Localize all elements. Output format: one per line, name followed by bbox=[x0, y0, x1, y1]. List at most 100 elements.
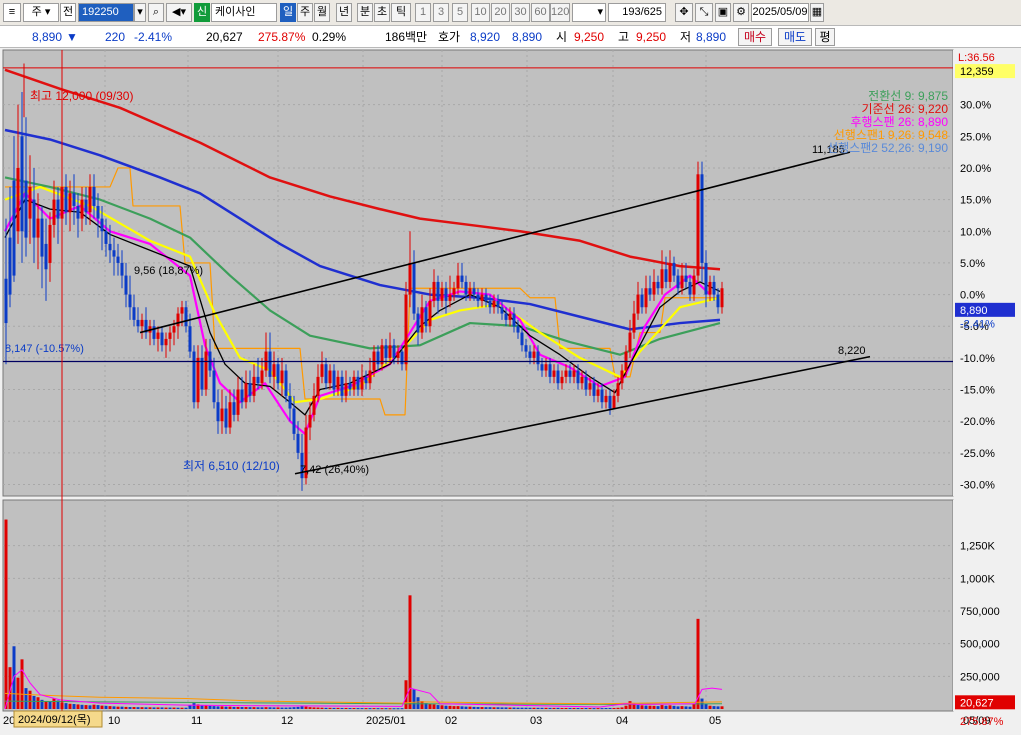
candle-body bbox=[488, 300, 492, 308]
period-tick-tab[interactable]: 틱 bbox=[391, 3, 411, 22]
volume-bar bbox=[600, 708, 604, 710]
volume-tick-label: 500,000 bbox=[960, 639, 1000, 651]
count-20-button[interactable]: 20 bbox=[491, 3, 510, 22]
candle-body bbox=[12, 180, 16, 276]
candle-body bbox=[188, 326, 192, 352]
candle-body bbox=[184, 307, 188, 327]
period-year-tab[interactable]: 년 bbox=[336, 3, 352, 22]
period-month-tab[interactable]: 월 bbox=[314, 3, 330, 22]
candle-body bbox=[496, 300, 500, 308]
volume-bar bbox=[220, 706, 224, 709]
save-icon[interactable]: ▣ bbox=[715, 3, 731, 22]
buy-button[interactable]: 매수 bbox=[738, 28, 772, 46]
volume-bar bbox=[596, 708, 600, 710]
legend-entry: 기준선 26: 9,220 bbox=[862, 102, 949, 116]
volume-bar bbox=[168, 707, 172, 709]
eval-button[interactable]: 평 bbox=[815, 28, 835, 46]
period-week-tab[interactable]: 주 bbox=[297, 3, 313, 22]
volume-bar bbox=[412, 689, 416, 709]
candle-body bbox=[432, 281, 436, 301]
candle-body bbox=[592, 383, 596, 396]
code-dropdown-icon[interactable]: ▾ bbox=[134, 3, 146, 22]
volume-bar bbox=[68, 703, 72, 709]
candle-body bbox=[288, 395, 292, 409]
count-10-button[interactable]: 10 bbox=[471, 3, 490, 22]
count-120-button[interactable]: 120 bbox=[550, 3, 570, 22]
volume-bar bbox=[320, 707, 324, 709]
count-30-button[interactable]: 30 bbox=[511, 3, 530, 22]
volume-bar bbox=[556, 707, 560, 709]
candle-body bbox=[516, 326, 520, 333]
volume-bar bbox=[72, 704, 76, 709]
candle-body bbox=[452, 288, 456, 295]
count-5-label: 5 bbox=[456, 6, 464, 18]
candle-body bbox=[324, 364, 328, 384]
speaker-icon[interactable]: ◀▾ bbox=[166, 3, 192, 22]
quote-label: 호가 bbox=[438, 30, 461, 44]
candle-body bbox=[472, 288, 476, 295]
candle-body bbox=[620, 370, 624, 384]
candle-body bbox=[160, 332, 164, 346]
candle-body bbox=[320, 364, 324, 377]
period-minute-label: 분 bbox=[359, 6, 371, 18]
stock-code-input[interactable]: 192250 bbox=[78, 3, 134, 22]
count-60-button[interactable]: 60 bbox=[531, 3, 550, 22]
volume-bar bbox=[572, 707, 576, 709]
period-second-tab[interactable]: 초 bbox=[374, 3, 390, 22]
candle-body bbox=[244, 383, 248, 403]
period-minute-tab[interactable]: 분 bbox=[357, 3, 373, 22]
volume-bar bbox=[248, 707, 252, 709]
volume-pane[interactable] bbox=[2, 499, 954, 712]
volume-bar bbox=[544, 707, 548, 709]
turnover-pct: 0.29% bbox=[312, 30, 347, 44]
candle-body bbox=[448, 294, 452, 301]
volume-bar bbox=[568, 707, 572, 709]
prev-button[interactable]: 전 bbox=[60, 3, 76, 22]
candle-body bbox=[720, 288, 724, 308]
volume-bar bbox=[500, 707, 504, 709]
volume-bar bbox=[504, 707, 508, 709]
volume-bar bbox=[592, 708, 596, 710]
candle-body bbox=[400, 351, 404, 365]
count-5-button[interactable]: 5 bbox=[452, 3, 468, 22]
stock-chart[interactable]: 30.0%25.0%20.0%15.0%10.0%5.0%0.0%-5.0%-1… bbox=[0, 48, 1021, 735]
price-info-bar: 8,890 ▼ 220 -2.41% 20,627 275.87% 0.29% … bbox=[0, 26, 1021, 48]
price-tick-label: -10.0% bbox=[960, 353, 995, 365]
zoom-icon[interactable]: ⤡ bbox=[695, 3, 713, 22]
gear-icon[interactable]: ⚙ bbox=[733, 3, 749, 22]
search-icon[interactable]: ⌕ bbox=[148, 3, 164, 22]
stock-name-field[interactable]: 케이사인 bbox=[211, 3, 277, 22]
candle-body bbox=[536, 351, 540, 365]
candle-body bbox=[100, 218, 104, 232]
credit-badge-label: 신 bbox=[196, 6, 208, 18]
market-type-label: 주 bbox=[31, 6, 42, 18]
toolbar-menu-icon[interactable]: ≡ bbox=[3, 3, 21, 22]
volume-bar bbox=[24, 688, 28, 709]
sell-button[interactable]: 매도 bbox=[778, 28, 812, 46]
count-1-button[interactable]: 1 bbox=[415, 3, 431, 22]
candle-body bbox=[412, 262, 416, 314]
volume-bar bbox=[668, 705, 672, 709]
date-field[interactable]: 2025/05/09 bbox=[751, 3, 809, 22]
volume-bar bbox=[532, 707, 536, 709]
volume-bar bbox=[148, 707, 152, 709]
candle-body bbox=[328, 370, 332, 384]
calendar-icon[interactable]: ▦ bbox=[810, 3, 824, 22]
x-axis-label: 12 bbox=[281, 715, 293, 727]
high-label: 고 bbox=[618, 30, 630, 44]
volume-bar bbox=[560, 707, 564, 709]
market-type-select[interactable]: 주 ▾ bbox=[23, 3, 59, 22]
period-day-tab[interactable]: 일 bbox=[280, 3, 296, 22]
trade-amount: 186백만 bbox=[385, 30, 428, 44]
candle-body bbox=[404, 294, 408, 365]
candle-body bbox=[76, 205, 80, 219]
volume-bar bbox=[488, 707, 492, 709]
crosshair-icon[interactable]: ✥ bbox=[675, 3, 693, 22]
candle-body bbox=[332, 370, 336, 390]
candle-body bbox=[252, 376, 256, 396]
candle-body bbox=[172, 326, 176, 333]
count-dropdown[interactable]: ▾ bbox=[572, 3, 606, 22]
count-3-button[interactable]: 3 bbox=[433, 3, 449, 22]
candle-body bbox=[312, 395, 316, 415]
candle-body bbox=[220, 408, 224, 422]
